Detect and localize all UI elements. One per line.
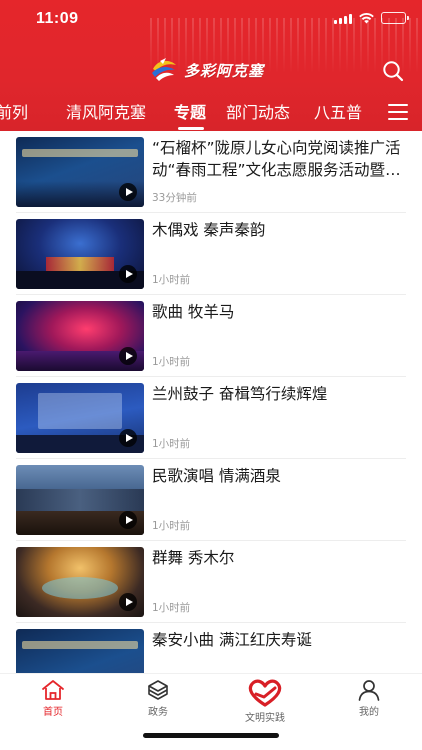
article-time: 1小时前 <box>152 602 191 614</box>
video-thumbnail <box>16 219 144 289</box>
nav-civilization-practice-label: 文明实践 <box>245 713 285 724</box>
article-time: 1小时前 <box>152 438 191 450</box>
play-icon <box>119 511 137 529</box>
signal-icon <box>334 13 352 24</box>
list-item[interactable]: 木偶戏 秦声秦韵 1小时前 <box>0 213 422 295</box>
status-time: 11:09 <box>36 10 79 27</box>
cube-icon <box>148 680 168 700</box>
article-title: 群舞 秀木尔 <box>152 549 235 567</box>
article-time: 1小时前 <box>152 356 191 368</box>
active-tab-indicator <box>178 127 204 130</box>
nav-government-label: 政务 <box>148 707 168 718</box>
list-item[interactable]: “石榴杯”陇原儿女心向党阅读推广活动“春雨工程”文化志愿服务活动暨非遗展演 33… <box>0 131 422 213</box>
video-thumbnail <box>16 629 144 673</box>
tab-department-news[interactable]: 部门动态 <box>226 99 290 123</box>
channel-tabs: 前列 清风阿克塞 专题 部门动态 八五普 <box>0 97 378 131</box>
tab-qingfeng-akesai[interactable]: 清风阿克塞 <box>66 99 146 123</box>
nav-government[interactable]: 政务 <box>118 678 198 718</box>
video-thumbnail <box>16 383 144 453</box>
nav-mine[interactable]: 我的 <box>329 678 409 718</box>
list-item[interactable]: 群舞 秀木尔 1小时前 <box>0 541 422 623</box>
play-icon <box>119 265 137 283</box>
video-thumbnail <box>16 465 144 535</box>
nav-home-label: 首页 <box>43 707 63 718</box>
status-indicators <box>334 12 409 24</box>
app-header: 11:09 多彩阿克塞 前列 清风阿克塞 专题 部门动态 八五普 <box>0 0 422 131</box>
article-list: “石榴杯”陇原儿女心向党阅读推广活动“春雨工程”文化志愿服务活动暨非遗展演 33… <box>0 131 422 673</box>
article-title: 秦安小曲 满江红庆寿诞 <box>152 631 312 649</box>
nav-civilization-practice[interactable]: 文明实践 <box>225 678 305 724</box>
play-icon <box>119 183 137 201</box>
menu-icon[interactable] <box>388 104 408 120</box>
article-title: 木偶戏 秦声秦韵 <box>152 221 266 239</box>
video-thumbnail <box>16 137 144 207</box>
app-logo: 多彩阿克塞 <box>150 57 264 83</box>
list-item[interactable]: 民歌演唱 情满酒泉 1小时前 <box>0 459 422 541</box>
list-item[interactable]: 秦安小曲 满江红庆寿诞 <box>0 623 422 673</box>
list-item[interactable]: 歌曲 牧羊马 1小时前 <box>0 295 422 377</box>
article-title: 兰州鼓子 奋楫笃行续辉煌 <box>152 385 328 403</box>
video-thumbnail <box>16 547 144 617</box>
heart-hand-icon <box>248 679 282 707</box>
search-icon[interactable] <box>382 60 404 82</box>
nav-home[interactable]: 首页 <box>13 678 93 718</box>
home-indicator[interactable] <box>143 733 279 738</box>
tab-bawupu[interactable]: 八五普 <box>314 99 362 123</box>
wifi-icon <box>359 12 374 24</box>
play-icon <box>119 347 137 365</box>
home-icon <box>42 680 64 700</box>
bottom-tab-bar: 首页 政务 文明实践 我的 <box>0 673 422 750</box>
article-title: 民歌演唱 情满酒泉 <box>152 467 281 485</box>
play-icon <box>119 593 137 611</box>
nav-mine-label: 我的 <box>359 707 379 718</box>
video-thumbnail <box>16 301 144 371</box>
article-time: 1小时前 <box>152 274 191 286</box>
article-time: 33分钟前 <box>152 192 197 204</box>
list-item[interactable]: 兰州鼓子 奋楫笃行续辉煌 1小时前 <box>0 377 422 459</box>
article-title: 歌曲 牧羊马 <box>152 303 235 321</box>
article-time: 1小时前 <box>152 520 191 532</box>
article-title: “石榴杯”陇原儿女心向党阅读推广活动“春雨工程”文化志愿服务活动暨非遗展演 <box>152 139 401 179</box>
tab-qianlie[interactable]: 前列 <box>0 99 28 123</box>
person-icon <box>358 680 380 701</box>
logo-mark-icon <box>152 58 176 81</box>
battery-icon <box>381 12 409 24</box>
play-icon <box>119 429 137 447</box>
app-title: 多彩阿克塞 <box>184 62 265 80</box>
tab-zhuanti[interactable]: 专题 <box>174 99 206 123</box>
